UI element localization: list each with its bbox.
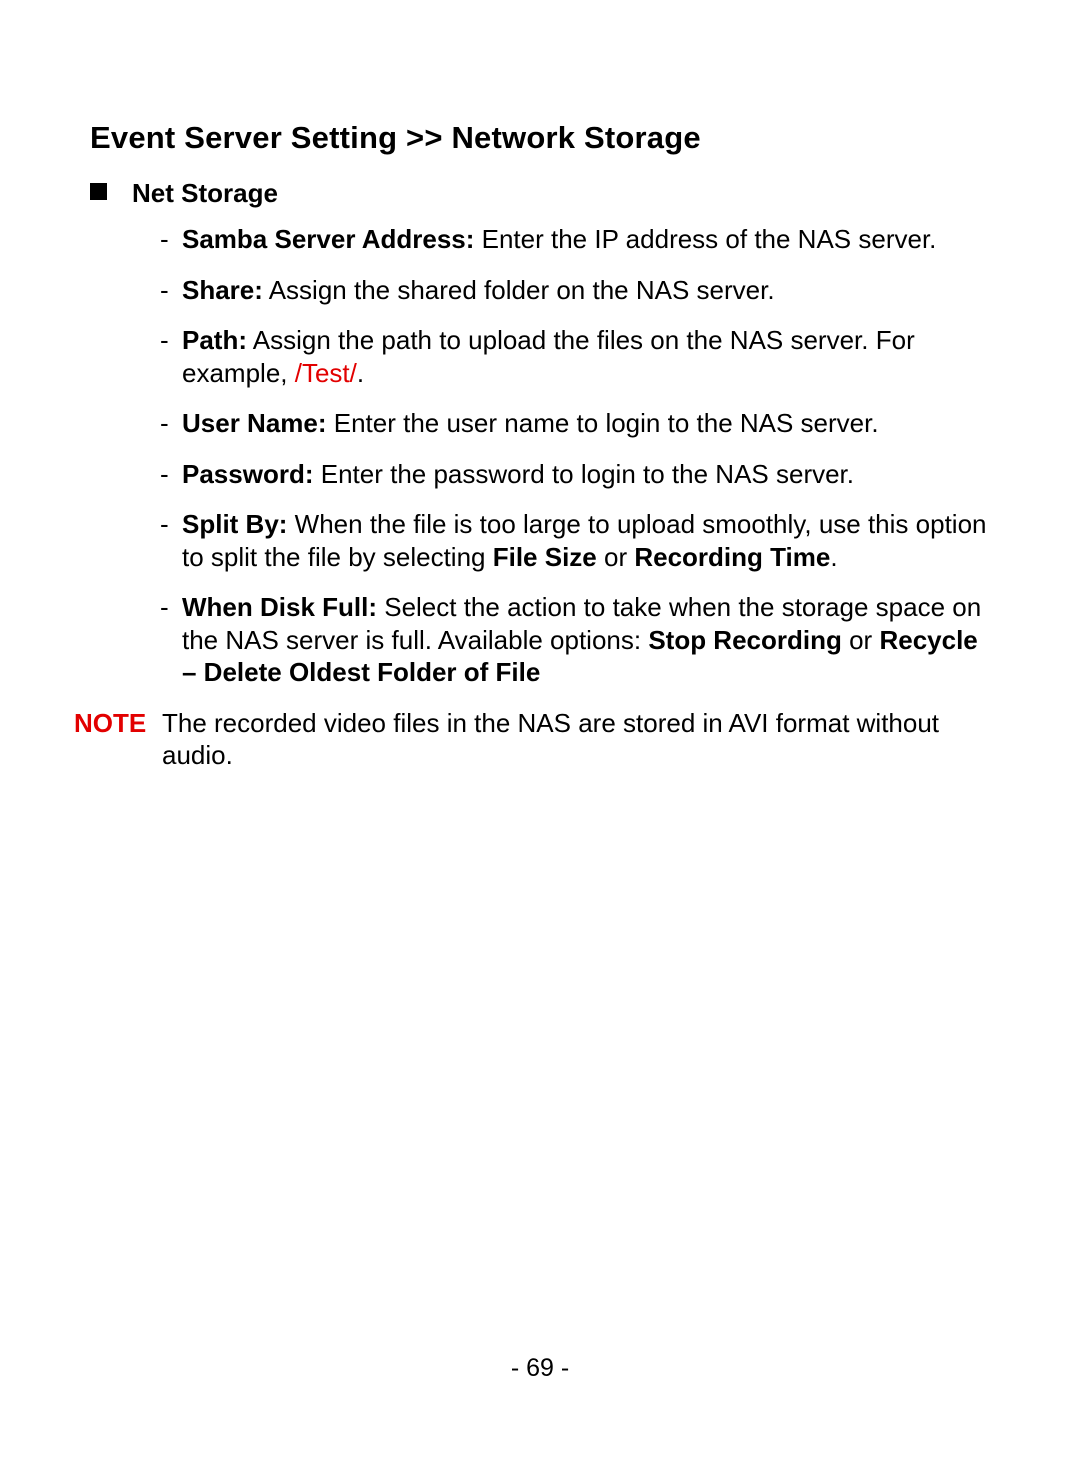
item-tail: .: [357, 358, 364, 388]
item-label: User Name:: [182, 408, 327, 438]
item-mid-text: or: [597, 542, 635, 572]
dash-icon: -: [160, 407, 169, 440]
item-text: Enter the password to login to the NAS s…: [314, 459, 855, 489]
dash-icon: -: [160, 274, 169, 307]
item-bold-inline: Stop Recording: [648, 625, 842, 655]
dash-icon: -: [160, 458, 169, 491]
dash-icon: -: [160, 324, 169, 357]
square-bullet-icon: [90, 183, 107, 200]
note-block: NOTE The recorded video files in the NAS…: [90, 707, 990, 772]
dash-icon: -: [160, 591, 169, 624]
list-item: - Split By: When the file is too large t…: [160, 508, 990, 573]
item-text: Assign the path to upload the files on t…: [182, 325, 915, 388]
list-item: - Path: Assign the path to upload the fi…: [160, 324, 990, 389]
item-mid-text: or: [842, 625, 880, 655]
item-bold-inline: Recording Time: [634, 542, 830, 572]
item-label: Share:: [182, 275, 263, 305]
list-item: - When Disk Full: Select the action to t…: [160, 591, 990, 689]
note-text: The recorded video files in the NAS are …: [162, 708, 939, 771]
item-text: Enter the user name to login to the NAS …: [327, 408, 879, 438]
section-net-storage: Net Storage - Samba Server Address: Ente…: [90, 178, 990, 689]
item-text: Assign the shared folder on the NAS serv…: [263, 275, 775, 305]
item-label: Samba Server Address:: [182, 224, 474, 254]
item-label: When Disk Full:: [182, 592, 377, 622]
item-text: Enter the IP address of the NAS server.: [474, 224, 936, 254]
list-item: - Password: Enter the password to login …: [160, 458, 990, 491]
section-title: Net Storage: [132, 178, 990, 209]
item-red-text: /Test/: [295, 358, 357, 388]
item-tail: .: [830, 542, 837, 572]
item-bold-inline: File Size: [493, 542, 597, 572]
item-label: Split By:: [182, 509, 287, 539]
item-label: Path:: [182, 325, 247, 355]
item-label: Password:: [182, 459, 314, 489]
list-item: - Share: Assign the shared folder on the…: [160, 274, 990, 307]
page-title: Event Server Setting >> Network Storage: [90, 120, 990, 156]
list-item: - Samba Server Address: Enter the IP add…: [160, 223, 990, 256]
note-label: NOTE: [74, 707, 146, 740]
item-list: - Samba Server Address: Enter the IP add…: [132, 223, 990, 689]
page-number: - 69 -: [0, 1354, 1080, 1383]
list-item: - User Name: Enter the user name to logi…: [160, 407, 990, 440]
dash-icon: -: [160, 508, 169, 541]
dash-icon: -: [160, 223, 169, 256]
